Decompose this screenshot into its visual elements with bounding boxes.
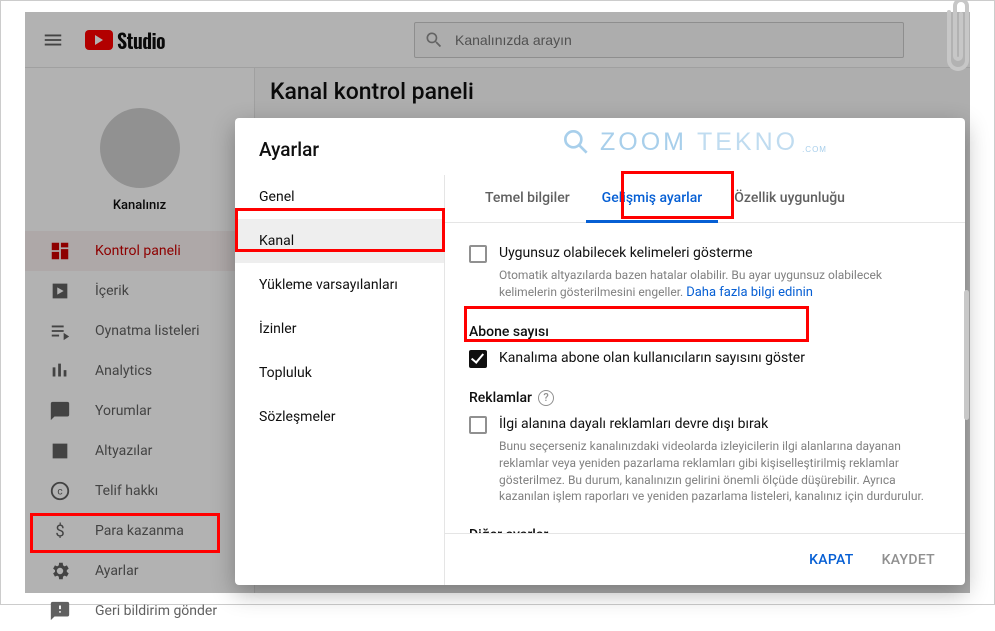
dialog-tab[interactable]: Özellik uygunluğu	[718, 175, 861, 223]
dialog-save-button[interactable]: KAYDET	[868, 544, 949, 576]
sidebar-item-label: Geri bildirim gönder	[95, 603, 217, 619]
subscribers-section-head: Abone sayısı	[469, 324, 941, 340]
dialog-actions: KAPAT KAYDET	[445, 533, 965, 585]
ads-note: Bunu seçerseniz kanalınızdaki videolarda…	[499, 438, 941, 505]
dialog-title: Ayarlar	[235, 118, 965, 175]
inappropriate-words-note: Otomatik altyazılarda bazen hatalar olab…	[499, 267, 941, 302]
settings-dialog: Ayarlar GenelKanalYükleme varsayılanları…	[235, 118, 965, 585]
dialog-content: Uygunsuz olabilecek kelimeleri gösterme …	[445, 223, 965, 533]
dialog-tab[interactable]: Gelişmiş ayarlar	[586, 175, 719, 223]
dialog-side-item[interactable]: Kanal	[235, 219, 444, 263]
dialog-side-item[interactable]: Sözleşmeler	[235, 395, 444, 439]
disable-interest-ads-label: İlgi alanına dayalı reklamları devre dış…	[499, 416, 768, 432]
feedback-icon	[49, 600, 71, 622]
dialog-close-button[interactable]: KAPAT	[795, 544, 867, 576]
dialog-scrollbar[interactable]	[964, 290, 969, 420]
inappropriate-words-label: Uygunsuz olabilecek kelimeleri gösterme	[499, 245, 753, 261]
dialog-side-item[interactable]: İzinler	[235, 307, 444, 351]
ads-section-head: Reklamlar ?	[469, 390, 941, 406]
paperclip-icon	[941, 0, 975, 84]
show-subscriber-count-checkbox[interactable]	[469, 350, 487, 368]
dialog-side-item[interactable]: Genel	[235, 175, 444, 219]
inappropriate-words-checkbox[interactable]	[469, 245, 487, 263]
dialog-tabs: Temel bilgilerGelişmiş ayarlarÖzellik uy…	[445, 175, 965, 223]
dialog-tab[interactable]: Temel bilgiler	[469, 175, 586, 223]
dialog-side-nav: GenelKanalYükleme varsayılanlarıİzinlerT…	[235, 175, 445, 585]
dialog-side-item[interactable]: Topluluk	[235, 351, 444, 395]
disable-interest-ads-checkbox[interactable]	[469, 416, 487, 434]
sidebar-item-feedback[interactable]: Geri bildirim gönder	[25, 591, 254, 631]
learn-more-link[interactable]: Daha fazla bilgi edinin	[686, 285, 813, 300]
dialog-side-item[interactable]: Yükleme varsayılanları	[235, 263, 444, 307]
help-icon[interactable]: ?	[538, 390, 554, 406]
show-subscriber-count-label: Kanalıma abone olan kullanıcıların sayıs…	[499, 350, 805, 366]
